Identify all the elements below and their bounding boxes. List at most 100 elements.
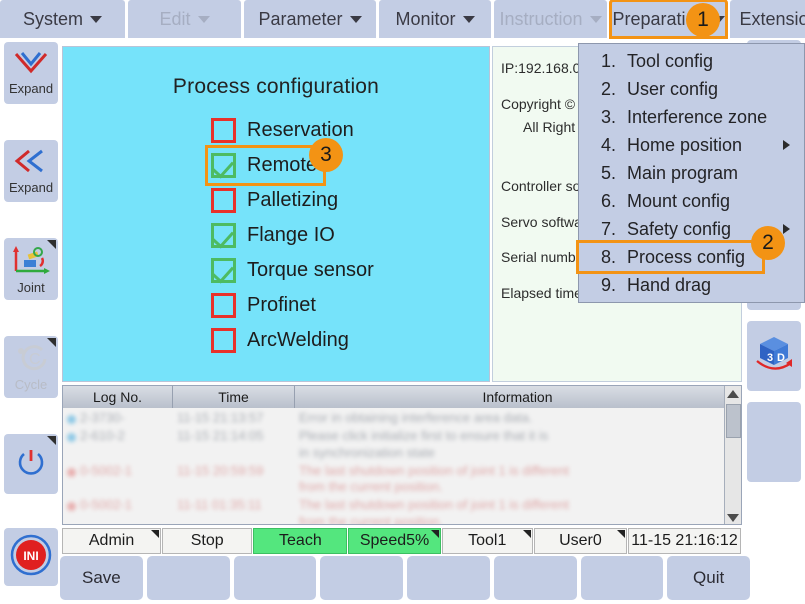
menu-item-number: 9.	[601, 274, 617, 295]
checkbox-unchecked-icon[interactable]	[211, 188, 236, 213]
menu-item-home-position[interactable]: 4. Home position	[579, 131, 804, 159]
dropdown-corner-icon[interactable]	[151, 530, 160, 538]
menu-tab-system[interactable]: System	[0, 0, 125, 38]
menu-item-main-program[interactable]: 5. Main program	[579, 159, 804, 187]
process-option-profinet[interactable]: Profinet	[211, 288, 316, 323]
callout-badge-1: 1	[686, 3, 720, 37]
function-button-3[interactable]	[233, 556, 317, 600]
column-header-time: Time	[173, 386, 295, 408]
cell-time: 11-15 21:13:57	[177, 410, 264, 425]
menu-item-interference-zone[interactable]: 3. Interference zone	[579, 103, 804, 131]
checkbox-unchecked-icon[interactable]	[211, 118, 236, 143]
cell-time: 11-11 01:35:11	[177, 497, 262, 513]
menu-item-label: Process config	[627, 246, 746, 267]
checkbox-unchecked-icon[interactable]	[211, 293, 236, 318]
process-option-remote[interactable]: Remote	[204, 145, 327, 186]
table-row[interactable]: 0-5002-1 11-15 20:59:59 The last shutdown …	[63, 461, 741, 496]
function-button-5[interactable]	[407, 556, 490, 600]
right-rail-button-3d-view[interactable]: 3 D	[747, 321, 801, 391]
submenu-arrow-icon	[783, 140, 790, 150]
function-button-4[interactable]	[320, 556, 403, 600]
quit-button[interactable]: Quit	[667, 556, 750, 600]
status-cell-speed5-[interactable]: Speed5%	[348, 528, 441, 554]
save-button[interactable]: Save	[60, 556, 143, 600]
chevron-down-expand-icon	[12, 51, 50, 80]
status-cell-admin[interactable]: Admin	[62, 528, 162, 554]
left-sidebar: Expand Expand Joint C Cycle INI	[0, 40, 60, 604]
menu-tab-parameter[interactable]: Parameter	[244, 0, 376, 38]
status-cell-label: Admin	[88, 532, 135, 549]
svg-text:D: D	[777, 352, 785, 364]
menu-item-number: 2.	[601, 78, 617, 99]
menu-item-label: Safety config	[627, 218, 732, 239]
menu-item-mount-config[interactable]: 6. Mount config	[579, 187, 804, 215]
menu-item-number: 3.	[601, 106, 617, 127]
sidebar-item-power[interactable]	[4, 434, 58, 494]
cell-log-no: 0-5002-1	[80, 497, 133, 513]
scroll-up-icon[interactable]	[727, 390, 739, 398]
table-row[interactable]: 0-5002-1 11-11 01:35:11 The last shutdown …	[63, 495, 741, 524]
menu-tab-monitor[interactable]: Monitor	[379, 0, 491, 38]
menu-tab-extension[interactable]: Extension	[730, 0, 805, 38]
elapsed-time-label: Elapsed time	[501, 285, 582, 302]
function-button-row: Save Quit	[60, 556, 750, 600]
status-cell-11-15-21-16-12[interactable]: 11-15 21:16:12	[628, 528, 741, 554]
scrollbar-thumb[interactable]	[726, 404, 741, 438]
checkbox-checked-icon[interactable]	[211, 153, 236, 178]
process-option-label: Palletizing	[247, 189, 339, 211]
menu-item-label: Tool config	[627, 50, 714, 71]
severity-dot-icon	[67, 467, 76, 477]
sidebar-item-label: Joint	[17, 279, 45, 295]
dropdown-corner-icon[interactable]	[430, 530, 439, 538]
callout-badge-2: 2	[751, 226, 785, 260]
menu-tab-label: Monitor	[395, 8, 456, 29]
cell-log-no: 2-3730-	[80, 410, 125, 425]
status-cell-label: Stop	[190, 532, 224, 549]
log-scrollbar[interactable]	[724, 386, 741, 524]
function-button-7[interactable]	[580, 556, 664, 600]
process-option-label: Torque sensor	[247, 259, 374, 281]
menu-item-label: Home position	[627, 134, 743, 155]
robot-coordinate-icon	[11, 244, 51, 279]
dropdown-corner-icon[interactable]	[522, 530, 531, 538]
status-cell-stop[interactable]: Stop	[162, 528, 253, 554]
process-option-arcwelding[interactable]: ArcWelding	[211, 323, 349, 358]
sidebar-item-cycle[interactable]: C Cycle	[4, 336, 58, 398]
function-button-6[interactable]	[493, 556, 577, 600]
sidebar-item-label: Cycle	[14, 376, 48, 392]
cell-log-no: 0-5002-1	[80, 462, 133, 478]
menu-item-label: User config	[627, 78, 719, 99]
process-option-flange-io[interactable]: Flange IO	[211, 218, 335, 253]
table-row[interactable]: 2-610-2 11-15 21:14:05 Please click initia…	[63, 426, 741, 461]
menu-item-hand-drag[interactable]: 9. Hand drag	[579, 271, 804, 299]
sidebar-item-expand-down[interactable]: Expand	[4, 42, 58, 104]
chevron-down-icon	[349, 15, 362, 23]
right-rail-button-5[interactable]	[747, 402, 801, 482]
scroll-down-icon[interactable]	[727, 514, 739, 522]
menu-item-label: Main program	[627, 162, 739, 183]
process-option-palletizing[interactable]: Palletizing	[211, 183, 338, 218]
table-row[interactable]: 2-3730- 11-15 21:13:57 Error in obtaining …	[63, 408, 741, 426]
sidebar-item-joint[interactable]: Joint	[4, 238, 58, 300]
checkbox-checked-icon[interactable]	[211, 258, 236, 283]
dropdown-corner-icon[interactable]	[617, 530, 625, 538]
function-button-2[interactable]	[146, 556, 230, 600]
menu-item-user-config[interactable]: 2. User config	[579, 75, 804, 103]
process-option-label: ArcWelding	[247, 329, 349, 351]
chevron-down-icon	[197, 15, 210, 23]
checkbox-unchecked-icon[interactable]	[211, 328, 236, 353]
status-cell-teach[interactable]: Teach	[253, 528, 348, 554]
sidebar-item-ini[interactable]: INI	[4, 528, 58, 586]
page-title: Process configuration	[172, 75, 380, 98]
checkbox-checked-icon[interactable]	[211, 223, 236, 248]
process-option-label: Flange IO	[247, 224, 335, 246]
menu-item-tool-config[interactable]: 1. Tool config	[579, 47, 804, 75]
menu-tab-label: Edit	[159, 8, 191, 29]
sidebar-item-expand-left[interactable]: Expand	[4, 140, 58, 202]
menu-item-process-config[interactable]: 8. Process config	[576, 240, 765, 274]
process-option-torque-sensor[interactable]: Torque sensor	[211, 253, 374, 288]
chevron-down-icon	[589, 15, 602, 23]
status-cell-tool1[interactable]: Tool1	[441, 528, 533, 554]
status-cell-user0[interactable]: User0	[533, 528, 627, 554]
corner-marker-icon	[47, 338, 56, 347]
